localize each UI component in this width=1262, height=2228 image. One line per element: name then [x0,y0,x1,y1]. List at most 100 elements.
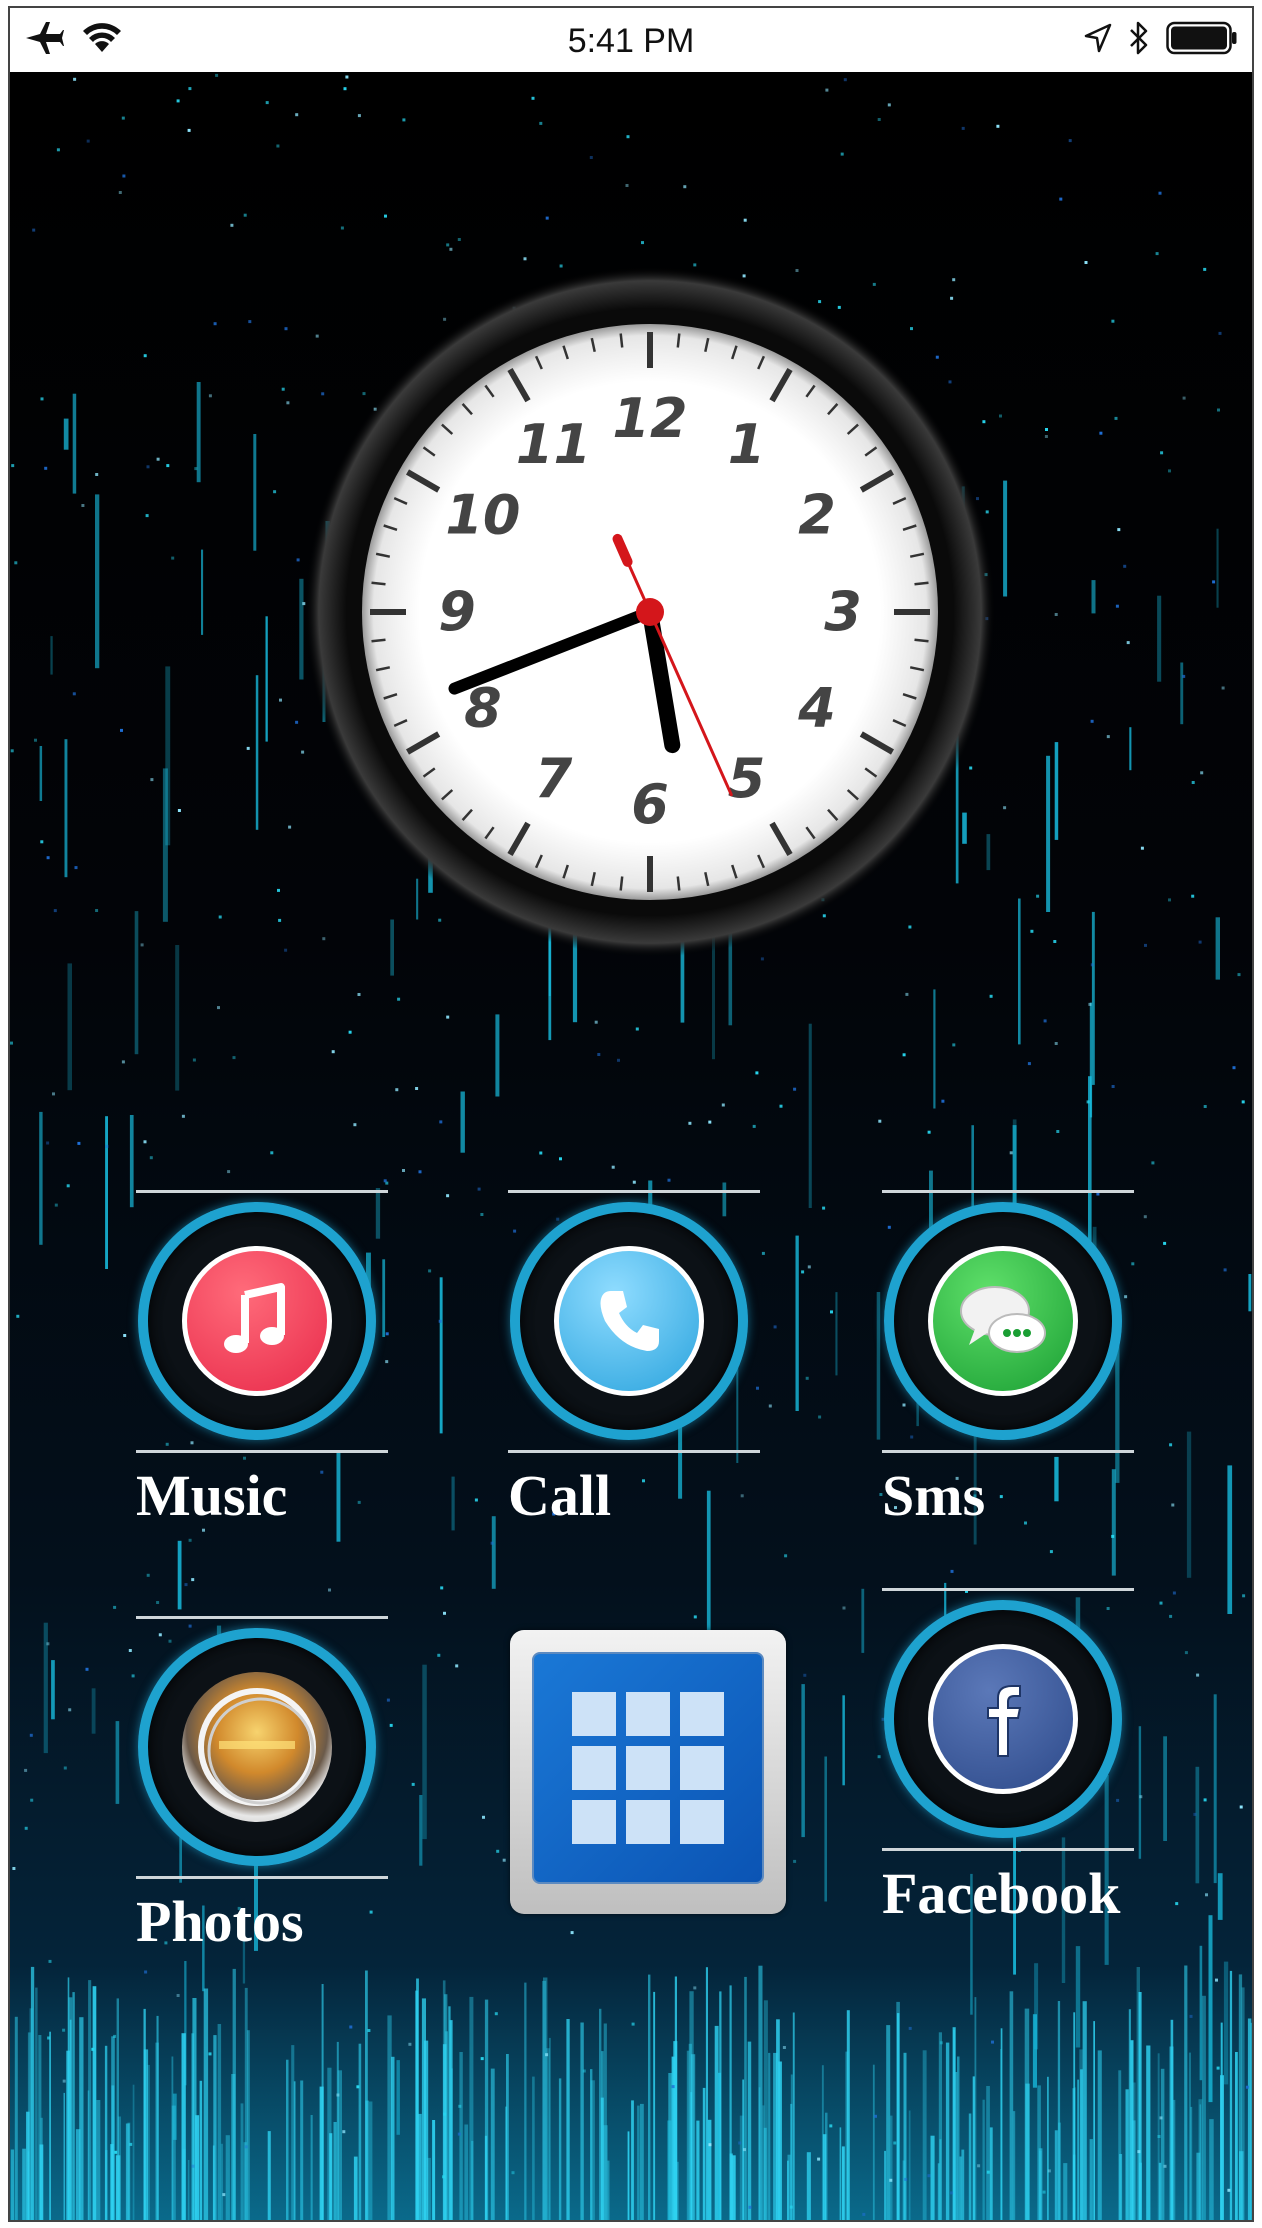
star [12,1867,16,1870]
star [641,241,644,245]
facebook-icon[interactable] [928,1644,1078,1794]
star [91,2047,95,2051]
star [829,2124,833,2128]
star [999,1495,1003,1499]
star [46,1642,50,1646]
app-label-photos[interactable]: Photos [136,1888,304,1955]
star [1158,191,1162,195]
chat-bubble-icon[interactable] [928,1246,1078,1396]
star [385,1332,389,1336]
star [188,87,192,91]
star [523,257,527,261]
star [597,1053,601,1056]
star [230,223,234,227]
star [149,1156,153,1160]
app-label-sms[interactable]: Sms [882,1462,985,1529]
star [768,1404,772,1408]
star [842,1606,846,1610]
star [1116,1798,1120,1802]
star [1182,396,1186,400]
app-facebook-ring[interactable] [884,1600,1122,1838]
star [218,915,222,919]
star [683,185,687,189]
grid-cell [572,1746,616,1790]
star [343,87,347,91]
star [1217,408,1220,412]
star [1163,2164,1167,2168]
star [32,228,36,232]
phone-icon[interactable] [554,1246,704,1396]
star [62,2079,66,2083]
star [1137,2150,1141,2154]
star [184,1583,188,1587]
star [357,993,361,996]
star [693,1986,697,1990]
star [986,2170,990,2174]
star [902,1403,906,1407]
star [1196,1673,1200,1677]
star [120,728,123,732]
app-music-ring[interactable] [138,1202,376,1440]
app-call-ring[interactable] [510,1202,748,1440]
star [1171,1503,1175,1507]
star [1114,416,1118,420]
star [1009,1151,1013,1155]
star [177,809,181,812]
star [952,1043,956,1047]
star [1189,2014,1193,2018]
app-label-music[interactable]: Music [136,1462,287,1529]
grid-cell [680,1692,724,1736]
clock-numeral: 5 [728,747,766,810]
battery-icon [1166,21,1237,55]
app-photos-ring[interactable] [138,1628,376,1866]
clock-tick [676,876,681,891]
analog-clock-widget: 12 1 2 3 4 5 6 7 8 9 10 11 [300,262,1000,962]
star [877,118,881,121]
star [490,1541,494,1545]
photos-stack-icon[interactable] [182,1672,332,1822]
clock-tick [371,581,386,586]
star [743,218,747,222]
star [243,1456,246,1460]
star [357,114,361,118]
star [1203,1105,1207,1108]
app-sms-ring[interactable] [884,1202,1122,1440]
star [1212,580,1216,584]
star [123,1334,127,1337]
star [825,88,829,92]
clock-tick [619,876,624,891]
divider-line [136,1450,388,1453]
star [281,387,285,391]
star [437,1653,441,1657]
clock-numeral: 4 [797,677,836,740]
clock-tick [914,638,929,643]
star [40,397,44,401]
star [81,504,85,507]
app-drawer-button[interactable] [510,1630,786,1914]
star [446,1015,450,1019]
star [889,2178,893,2182]
star [367,2029,371,2032]
star [991,2040,994,2044]
star [902,1053,906,1057]
star [556,1217,560,1221]
star [1099,431,1103,435]
clock-numeral: 7 [535,747,573,810]
star [24,1768,28,1772]
app-grid-icon[interactable] [532,1652,764,1884]
star [449,247,453,251]
star [805,1376,809,1380]
star [817,2157,821,2161]
app-label-facebook[interactable]: Facebook [882,1860,1120,1927]
star [191,1578,195,1582]
music-note-icon[interactable] [182,1246,332,1396]
star [1045,428,1048,431]
star [143,354,147,358]
star [748,2205,752,2209]
star [807,1265,811,1269]
star [1126,641,1130,645]
star [927,1130,931,1134]
star [131,1674,135,1678]
app-label-call[interactable]: Call [508,1462,611,1529]
star [496,1849,500,1853]
